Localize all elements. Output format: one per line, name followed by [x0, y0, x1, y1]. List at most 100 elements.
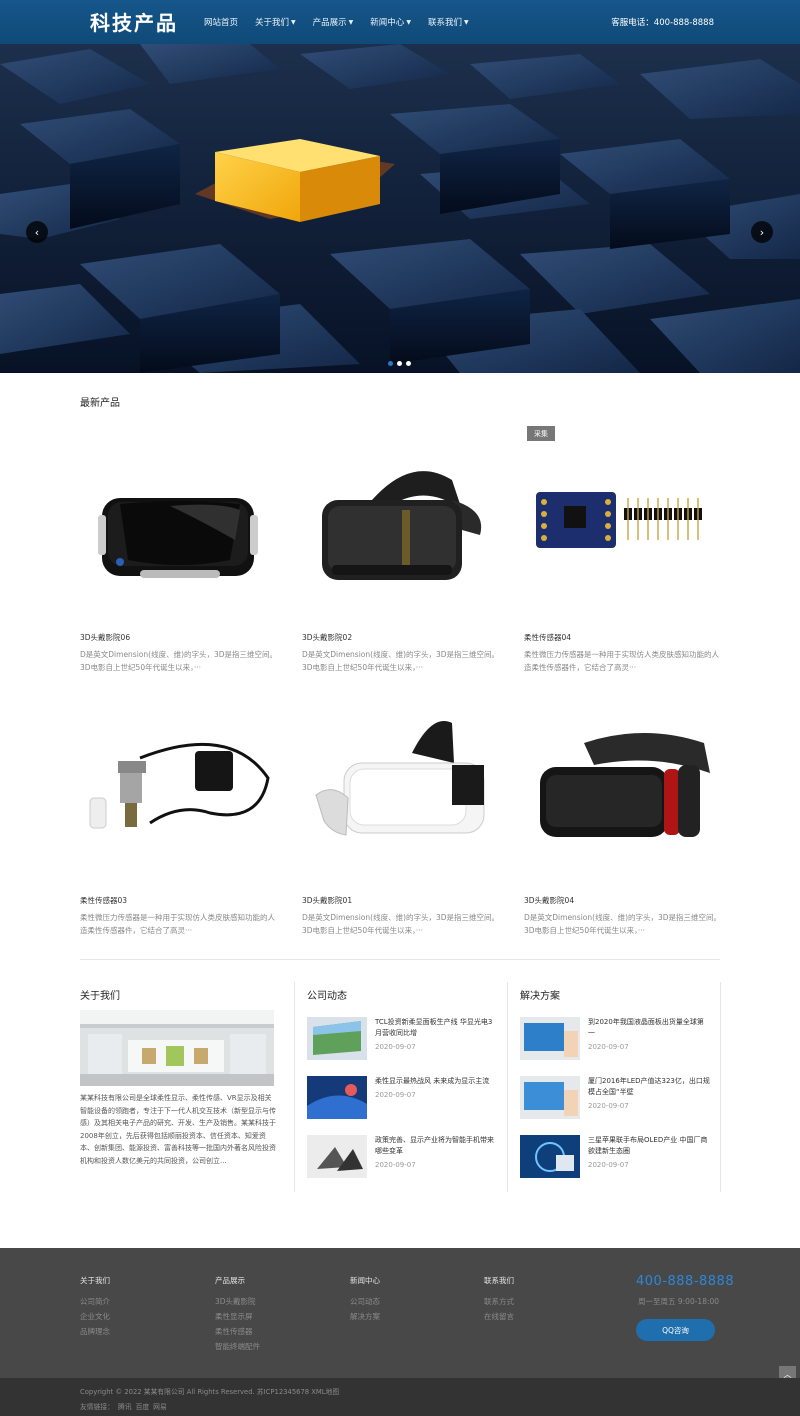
product-card[interactable]: 3D头戴影院02 D是英文Dimension(线度、维)的字头，3D是指三维空间… — [302, 440, 502, 674]
nav-item-products[interactable]: 产品展示 ▼ — [313, 16, 354, 28]
banner-image — [0, 44, 800, 373]
footer-link[interactable]: 在线留言 — [484, 1311, 514, 1322]
caret-down-icon: ▼ — [463, 18, 469, 26]
footer-link[interactable]: 品牌理念 — [80, 1326, 110, 1337]
product-desc: D是英文Dimension(线度、维)的字头，3D是指三维空间。3D电影自上世纪… — [302, 650, 500, 672]
product-name[interactable]: 3D头戴影院01 — [302, 895, 502, 909]
product-image[interactable] — [524, 703, 724, 883]
news-title[interactable]: TCL投资新柔显面板生产线 华显光电3月营收同比增 — [375, 1017, 497, 1039]
news-date: 2020-09-07 — [375, 1161, 416, 1169]
product-name[interactable]: 3D头戴影院02 — [302, 632, 502, 646]
section-title-about: 关于我们 — [80, 991, 120, 1002]
friend-links: 友情链接： 腾讯 百度 网易 — [80, 1401, 167, 1411]
footer-column-news: 新闻中心 公司动态 解决方案 — [350, 1275, 380, 1326]
solution-item[interactable]: 厦门2016年LED产值达323亿，出口规模占全国“半壁 2020-09-07 — [520, 1076, 710, 1119]
product-desc: D是英文Dimension(线度、维)的字头，3D是指三维空间。3D电影自上世纪… — [302, 913, 500, 935]
solution-date: 2020-09-07 — [588, 1043, 629, 1051]
product-name[interactable]: 3D头戴影院06 — [80, 632, 280, 646]
news-thumbnail[interactable] — [307, 1135, 367, 1178]
site-footer — [0, 1248, 800, 1378]
friend-link[interactable]: 百度 — [136, 1401, 150, 1411]
product-name[interactable]: 柔性传感器04 — [524, 632, 724, 646]
banner-dot-1[interactable] — [388, 361, 393, 366]
footer-link[interactable]: 智能终端配件 — [215, 1341, 260, 1352]
product-image[interactable] — [80, 703, 280, 883]
footer-hours: 周一至周五 9:00-18:00 — [638, 1297, 720, 1306]
section-divider — [80, 959, 720, 960]
news-thumbnail[interactable] — [307, 1076, 367, 1119]
news-title[interactable]: 柔性显示最热战风 未来成为显示主流 — [375, 1076, 497, 1087]
banner-dot-2[interactable] — [397, 361, 402, 366]
section-title-products: 最新产品 — [80, 398, 120, 409]
news-date: 2020-09-07 — [375, 1043, 416, 1051]
footer-link[interactable]: 3D头戴影院 — [215, 1296, 260, 1307]
banner-next-button[interactable]: › — [751, 221, 773, 243]
hero-banner[interactable]: ‹ › — [0, 44, 800, 373]
footer-column-contact: 联系我们 联系方式 在线留言 — [484, 1275, 514, 1326]
product-image[interactable] — [80, 440, 280, 620]
footer-column-about: 关于我们 公司简介 企业文化 品牌理念 — [80, 1275, 110, 1341]
news-date: 2020-09-07 — [375, 1091, 416, 1099]
solution-date: 2020-09-07 — [588, 1161, 629, 1169]
column-divider — [507, 982, 508, 1192]
news-item[interactable]: 政策完善、显示产业将为智能手机带来哪些变革 2020-09-07 — [307, 1135, 497, 1178]
solution-title[interactable]: 到2020年我国液晶面板出货量全球第一 — [588, 1017, 710, 1039]
footer-link[interactable]: 企业文化 — [80, 1311, 110, 1322]
nav-item-news[interactable]: 新闻中心 ▼ — [370, 16, 411, 28]
footer-column-title[interactable]: 新闻中心 — [350, 1275, 380, 1286]
solution-item[interactable]: 到2020年我国液晶面板出货量全球第一 2020-09-07 — [520, 1017, 710, 1060]
footer-phone: 400-888-8888 — [636, 1274, 735, 1289]
footer-column-title[interactable]: 产品展示 — [215, 1275, 260, 1286]
friend-link[interactable]: 腾讯 — [118, 1401, 132, 1411]
product-card[interactable]: 柔性传感器03 柔性微压力传感器是一种用于实现仿人类皮肤感知功能的人造柔性传感器… — [80, 703, 280, 937]
footer-link[interactable]: 公司简介 — [80, 1296, 110, 1307]
footer-link[interactable]: 联系方式 — [484, 1296, 514, 1307]
product-image[interactable] — [524, 440, 724, 620]
solution-item[interactable]: 三星苹果联手布局OLED产业 中国厂商欲建新生态圈 2020-09-07 — [520, 1135, 710, 1178]
news-item[interactable]: 柔性显示最热战风 未来成为显示主流 2020-09-07 — [307, 1076, 497, 1119]
solution-thumbnail[interactable] — [520, 1135, 580, 1178]
product-image[interactable] — [302, 703, 502, 883]
footer-link[interactable]: 柔性显示屏 — [215, 1311, 260, 1322]
product-image[interactable] — [302, 440, 502, 620]
section-title-solutions: 解决方案 — [520, 991, 560, 1002]
site-logo[interactable]: 科技产品 — [90, 7, 178, 36]
footer-link[interactable]: 公司动态 — [350, 1296, 380, 1307]
product-name[interactable]: 柔性传感器03 — [80, 895, 280, 909]
solution-thumbnail[interactable] — [520, 1017, 580, 1060]
banner-prev-button[interactable]: ‹ — [26, 221, 48, 243]
solution-title[interactable]: 厦门2016年LED产值达323亿，出口规模占全国“半壁 — [588, 1076, 710, 1098]
product-card[interactable]: 3D头戴影院01 D是英文Dimension(线度、维)的字头，3D是指三维空间… — [302, 703, 502, 937]
collect-badge[interactable]: 采集 — [527, 426, 555, 441]
footer-link[interactable]: 解决方案 — [350, 1311, 380, 1322]
banner-dot-3[interactable] — [406, 361, 411, 366]
news-title[interactable]: 政策完善、显示产业将为智能手机带来哪些变革 — [375, 1135, 497, 1157]
qq-consult-button[interactable]: QQ咨询 — [636, 1319, 715, 1341]
product-card[interactable]: 柔性传感器04 柔性微压力传感器是一种用于实现仿人类皮肤感知功能的人造柔性传感器… — [524, 440, 724, 674]
footer-link[interactable]: 柔性传感器 — [215, 1326, 260, 1337]
news-thumbnail[interactable] — [307, 1017, 367, 1060]
footer-column-title[interactable]: 联系我们 — [484, 1275, 514, 1286]
news-item[interactable]: TCL投资新柔显面板生产线 华显光电3月营收同比增 2020-09-07 — [307, 1017, 497, 1060]
about-image[interactable] — [80, 1010, 274, 1086]
product-card[interactable]: 3D头戴影院06 D是英文Dimension(线度、维)的字头，3D是指三维空间… — [80, 440, 280, 674]
solution-title[interactable]: 三星苹果联手布局OLED产业 中国厂商欲建新生态圈 — [588, 1135, 710, 1157]
chevron-right-icon: › — [759, 225, 765, 239]
product-desc: 柔性微压力传感器是一种用于实现仿人类皮肤感知功能的人造柔性传感器件，它结合了高灵… — [524, 650, 719, 672]
main-nav: 网站首页 关于我们 ▼ 产品展示 ▼ 新闻中心 ▼ 联系我们 ▼ — [204, 0, 486, 44]
product-card[interactable]: 3D头戴影院04 D是英文Dimension(线度、维)的字头，3D是指三维空间… — [524, 703, 724, 937]
friend-link[interactable]: 网易 — [153, 1401, 167, 1411]
column-divider — [294, 982, 295, 1192]
nav-item-contact[interactable]: 联系我们 ▼ — [428, 16, 469, 28]
product-desc: D是英文Dimension(线度、维)的字头，3D是指三维空间。3D电影自上世纪… — [524, 913, 722, 935]
section-title-company-news: 公司动态 — [307, 991, 347, 1002]
solution-thumbnail[interactable] — [520, 1076, 580, 1119]
chevron-left-icon: ‹ — [34, 225, 40, 239]
caret-down-icon: ▼ — [291, 18, 296, 26]
product-name[interactable]: 3D头戴影院04 — [524, 895, 724, 909]
nav-item-home[interactable]: 网站首页 — [204, 16, 238, 28]
footer-column-title[interactable]: 关于我们 — [80, 1275, 110, 1286]
caret-down-icon: ▼ — [348, 18, 354, 26]
nav-item-about[interactable]: 关于我们 ▼ — [255, 16, 296, 28]
copyright-text: Copyright © 2022 某某有限公司 All Rights Reser… — [80, 1388, 340, 1396]
